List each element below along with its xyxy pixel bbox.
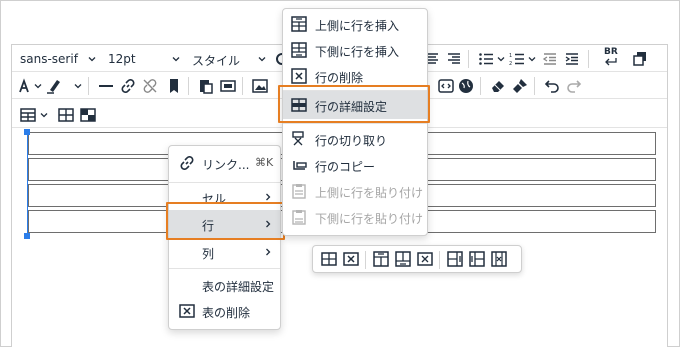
resize-handle[interactable] — [24, 233, 30, 239]
menu-item-label: 行の切り取り — [315, 134, 388, 148]
horizontal-line-icon[interactable] — [98, 78, 114, 94]
paste-row-after-icon — [292, 210, 306, 225]
toolbar-divider — [365, 251, 366, 269]
insert-row-after-icon[interactable] — [395, 251, 411, 267]
chevron-down-icon — [88, 57, 96, 62]
menu-item-label: 列 — [202, 247, 215, 261]
table-split-icon[interactable] — [80, 107, 96, 123]
menu-item-delete-table[interactable]: 表の削除 — [169, 298, 280, 324]
menu-item-table-properties[interactable]: 表の詳細設定 — [169, 272, 280, 298]
link-icon — [180, 156, 194, 170]
chevron-down-icon — [40, 113, 48, 118]
indent-icon[interactable] — [564, 51, 580, 67]
row-insert-after-icon — [291, 42, 307, 58]
table-context-toolbar — [312, 245, 522, 273]
menu-item-insert-row-before[interactable]: 上側に行を挿入 — [283, 11, 427, 37]
text-color-icon[interactable] — [18, 78, 30, 94]
chevron-down-icon — [34, 84, 42, 89]
menu-item-insert-row-after[interactable]: 下側に行を挿入 — [283, 37, 427, 63]
row-insert-before-icon — [291, 16, 307, 32]
menu-item-copy-row[interactable]: 行のコピー — [283, 152, 427, 178]
redo-icon[interactable] — [566, 78, 582, 94]
row-delete-icon — [291, 68, 307, 84]
shortcut-label: ⌘K — [255, 156, 274, 169]
menu-item-label: リンク... — [202, 158, 250, 172]
copy-row-icon — [293, 161, 307, 170]
eraser-icon[interactable] — [490, 78, 506, 94]
toolbar-divider — [468, 50, 469, 68]
bullet-list-icon[interactable] — [478, 51, 494, 67]
toolbar-divider — [480, 77, 481, 95]
align-right-icon[interactable] — [446, 51, 462, 67]
outdent-icon[interactable] — [542, 51, 558, 67]
font-size-select[interactable]: 12pt — [108, 52, 136, 66]
delete-column-icon[interactable] — [491, 251, 507, 267]
font-family-select[interactable]: sans-serif — [20, 52, 78, 66]
toolbar-divider — [588, 50, 589, 68]
toolbar-divider — [188, 77, 189, 95]
toolbar-divider — [242, 77, 243, 95]
insert-row-before-icon[interactable] — [373, 251, 389, 267]
menu-item-label: 上側に行を貼り付け — [315, 186, 424, 200]
highlight-box — [166, 202, 285, 240]
insert-column-after-icon[interactable] — [469, 251, 485, 267]
clean-brush-icon[interactable] — [512, 78, 528, 94]
chevron-right-icon — [266, 193, 271, 201]
unlink-icon[interactable] — [142, 78, 158, 94]
chevron-down-icon — [172, 57, 180, 62]
numbered-list-icon[interactable]: 12 — [509, 51, 525, 67]
bookmark-icon[interactable] — [166, 78, 182, 94]
toolbar-divider — [88, 77, 89, 95]
delete-row-icon[interactable] — [417, 251, 433, 267]
chevron-down-icon — [528, 57, 536, 62]
table-delete-icon — [179, 304, 195, 318]
delete-table-icon[interactable] — [343, 251, 359, 267]
image-icon[interactable] — [252, 78, 268, 94]
styles-select[interactable]: スタイル — [192, 52, 240, 69]
highlight-box — [278, 85, 430, 123]
menu-item-label: 行の削除 — [315, 71, 364, 85]
chevron-down-icon — [258, 57, 266, 62]
menu-item-column[interactable]: 列 — [169, 239, 280, 265]
toolbar-divider — [439, 251, 440, 269]
menu-item-label: 下側に行を貼り付け — [315, 212, 424, 226]
undo-icon[interactable] — [544, 78, 560, 94]
svg-text:2: 2 — [509, 61, 512, 67]
chevron-down-icon — [497, 57, 505, 62]
copy-format-icon[interactable] — [632, 51, 648, 67]
menu-item-paste-row-after[interactable]: 下側に行を貼り付け — [283, 204, 427, 230]
chevron-down-icon — [74, 84, 82, 89]
template-icon[interactable] — [438, 78, 454, 94]
paste-row-before-icon — [292, 184, 306, 199]
menu-item-label: 表の削除 — [202, 306, 251, 320]
rtl-button[interactable]: BR — [604, 47, 618, 57]
return-arrow-icon — [605, 58, 617, 66]
table-properties-icon[interactable] — [321, 251, 337, 267]
cut-row-icon — [292, 131, 304, 146]
menu-divider — [169, 182, 280, 183]
menu-item-label: 行のコピー — [315, 160, 376, 174]
table-grid-icon[interactable] — [58, 107, 74, 123]
svg-text:1: 1 — [509, 53, 512, 59]
menu-divider — [169, 268, 280, 269]
menu-item-label: 表の詳細設定 — [202, 280, 275, 294]
menu-item-paste-row-before[interactable]: 上側に行を貼り付け — [283, 178, 427, 204]
menu-item-link[interactable]: リンク... ⌘K — [169, 150, 280, 176]
menu-item-label: 上側に行を挿入 — [315, 19, 400, 33]
paste-icon[interactable] — [198, 78, 214, 94]
media-icon[interactable] — [220, 78, 236, 94]
highlight-pen-icon[interactable] — [46, 78, 62, 94]
toolbar-divider — [534, 77, 535, 95]
menu-item-label: 下側に行を挿入 — [315, 45, 400, 59]
resize-handle[interactable] — [24, 129, 30, 135]
menu-divider — [283, 123, 427, 124]
insert-column-before-icon[interactable] — [447, 251, 463, 267]
globe-icon[interactable] — [458, 78, 474, 94]
chevron-right-icon — [266, 248, 271, 256]
menu-item-cut-row[interactable]: 行の切り取り — [283, 126, 427, 152]
link-icon[interactable] — [120, 78, 136, 94]
table-icon[interactable] — [20, 107, 36, 123]
